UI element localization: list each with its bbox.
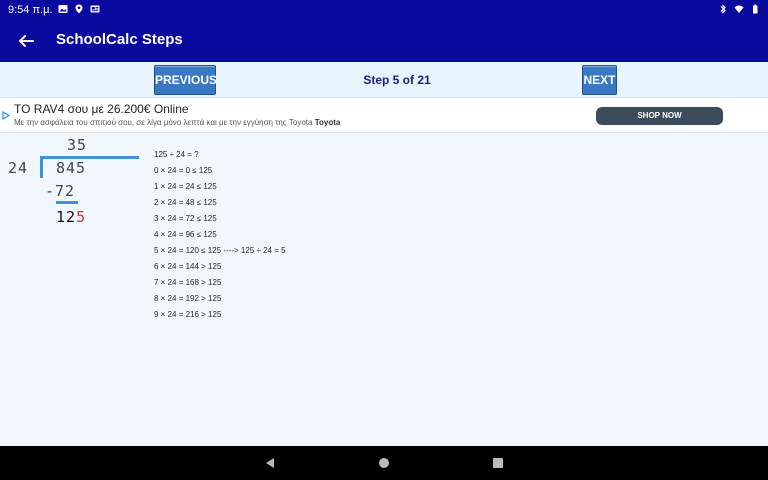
status-time: 9:54 π.μ. (8, 4, 53, 16)
shop-now-button[interactable]: SHOP NOW (596, 107, 723, 125)
bluetooth-icon (720, 4, 726, 14)
back-arrow-icon[interactable] (14, 29, 38, 53)
divisor: 24 (8, 159, 29, 177)
step-line: 7 × 24 = 168 > 125 (154, 278, 222, 287)
step-line: 8 × 24 = 192 > 125 (154, 294, 222, 303)
news-icon (90, 5, 100, 13)
long-division: 35 24 845 -72 125 (0, 133, 150, 233)
nav-home-icon[interactable] (379, 458, 389, 468)
remainder-prefix: 12 (56, 208, 77, 226)
ad-brand: Toyota (314, 118, 341, 127)
ad-choices-icon[interactable] (2, 111, 10, 120)
wifi-icon (734, 5, 744, 13)
ad-title: TO RAV4 σου με 26.200€ Online (14, 102, 189, 116)
steps-list: 125 ÷ 24 = ? 0 × 24 = 0 ≤ 125 1 × 24 = 2… (154, 150, 286, 326)
step-line: 6 × 24 = 144 > 125 (154, 262, 222, 271)
next-button[interactable]: NEXT (582, 65, 617, 95)
step-line: 125 ÷ 24 = ? (154, 150, 199, 159)
nav-back-icon[interactable] (264, 457, 276, 469)
step-line: 4 × 24 = 96 ≤ 125 (154, 230, 217, 239)
battery-icon (753, 4, 758, 14)
subtraction: -72 (45, 182, 76, 200)
step-indicator: Step 5 of 21 (363, 73, 431, 87)
ad-description-text: Με την ασφάλεια του σπιτιού σου, σε λίγα… (14, 118, 313, 127)
step-line: 5 × 24 = 120 ≤ 125 ----> 125 ÷ 24 = 5 (154, 246, 286, 255)
app-bar: SchoolCalc Steps (0, 20, 768, 62)
location-icon (75, 4, 83, 14)
status-bar: 9:54 π.μ. (0, 0, 768, 20)
step-navigation: PREVIOUS Step 5 of 21 NEXT (0, 62, 768, 98)
previous-button[interactable]: PREVIOUS (154, 65, 217, 95)
nav-recents-icon[interactable] (493, 458, 503, 468)
system-nav-bar (0, 446, 768, 480)
remainder-highlight-digit: 5 (76, 208, 87, 226)
quotient: 35 (67, 136, 88, 154)
step-line: 1 × 24 = 24 ≤ 125 (154, 182, 217, 191)
image-icon (58, 5, 68, 13)
app-title: SchoolCalc Steps (56, 31, 183, 48)
dividend: 845 (56, 159, 87, 177)
step-line: 2 × 24 = 48 ≤ 125 (154, 198, 217, 207)
ad-description: Με την ασφάλεια του σπιτιού σου, σε λίγα… (14, 118, 340, 127)
step-line: 0 × 24 = 0 ≤ 125 (154, 166, 213, 175)
subtraction-bar (56, 201, 78, 204)
division-bar-vertical (40, 156, 43, 178)
step-line: 3 × 24 = 72 ≤ 125 (154, 214, 217, 223)
step-line: 9 × 24 = 216 > 125 (154, 310, 222, 319)
remainder: 125 (56, 208, 86, 226)
